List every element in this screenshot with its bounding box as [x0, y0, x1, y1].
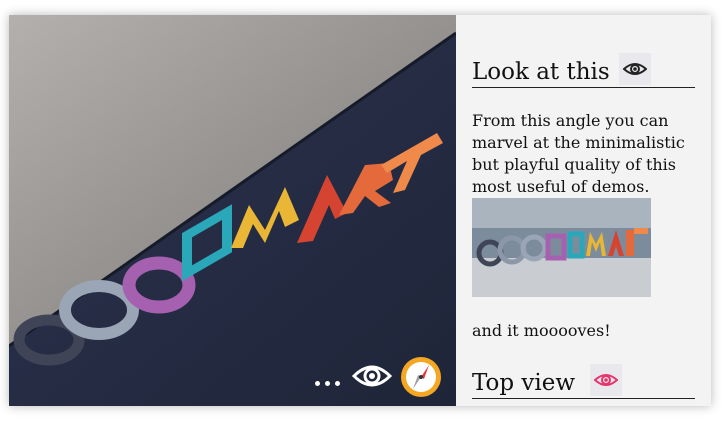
section-look-after-text: and it mooooves! — [472, 321, 611, 340]
section-title-look: Look at this — [472, 59, 610, 85]
section-look-paragraph: From this angle you can marvel at the mi… — [472, 111, 685, 196]
dot-2 — [325, 380, 330, 386]
compass-icon[interactable] — [399, 355, 443, 399]
more-dots-icon[interactable] — [315, 375, 345, 391]
look-view-button[interactable] — [619, 53, 651, 85]
section-look-header: Look at this — [472, 51, 695, 88]
eye-icon-glyph — [351, 365, 393, 387]
eye-icon — [623, 63, 647, 75]
info-sidebar: Look at this From this angle you can mar… — [456, 15, 711, 406]
3d-viewport[interactable] — [9, 15, 456, 406]
dot-1 — [315, 380, 320, 386]
section-title-top: Top view — [472, 370, 576, 396]
section-top-header: Top view — [472, 362, 695, 399]
eye-icon[interactable] — [351, 360, 393, 392]
app-frame: Look at this From this angle you can mar… — [9, 15, 711, 406]
logo-thumbnail-image — [472, 198, 651, 297]
compass-icon-glyph — [401, 357, 441, 397]
eye-icon — [594, 374, 618, 386]
scene-canvas — [9, 15, 456, 406]
thumbnail-scene — [472, 198, 651, 297]
dot-3 — [335, 380, 340, 386]
top-view-button[interactable] — [590, 364, 622, 396]
